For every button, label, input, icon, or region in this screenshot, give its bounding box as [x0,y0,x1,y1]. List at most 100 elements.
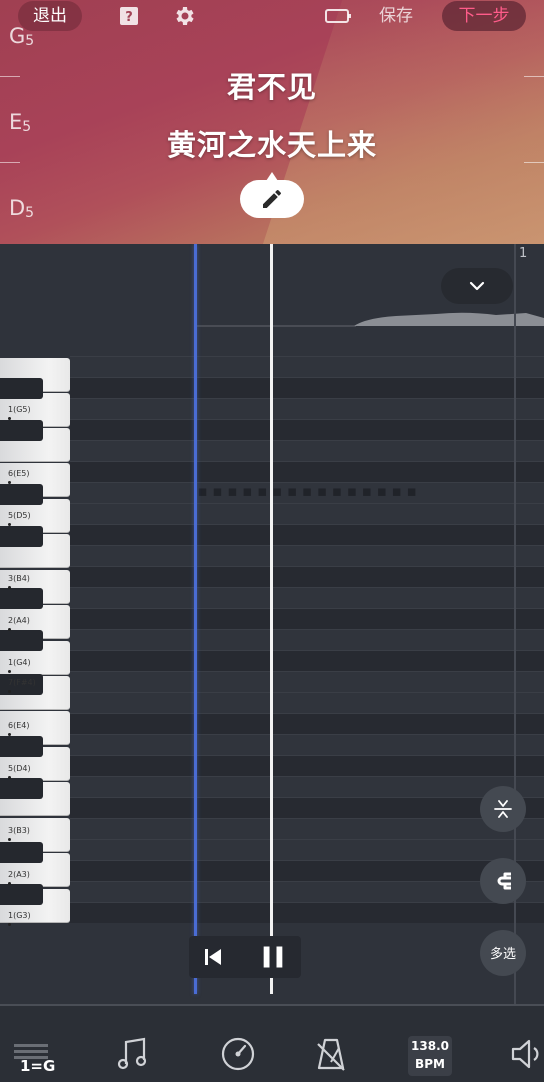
key-label: 6(E5) [8,469,30,478]
row-separator [70,629,544,630]
pitch-row[interactable] [70,419,544,440]
pitch-row[interactable] [70,356,544,377]
multi-select-button[interactable]: 多选 [480,930,526,976]
key-dot [8,628,11,631]
pitch-row[interactable] [70,545,544,566]
start-marker-line[interactable] [194,244,197,994]
measure-number: 1 [519,246,528,261]
black-key[interactable] [0,378,43,399]
multi-select-label: 多选 [489,947,516,962]
pitch-row[interactable] [70,839,544,860]
svg-text:?: ? [125,10,133,25]
bpm-unit: BPM [415,1057,445,1071]
key-dot [8,733,11,736]
black-key[interactable] [0,484,43,505]
key-dot [8,523,11,526]
pitch-row[interactable] [70,881,544,902]
key-dot [8,417,11,420]
pitch-row[interactable] [70,734,544,755]
speed-gauge-icon[interactable] [220,1036,256,1072]
black-key[interactable] [0,630,43,651]
black-key[interactable] [0,884,43,905]
black-key[interactable] [0,420,43,441]
metronome-off-icon[interactable] [315,1036,347,1072]
row-separator [70,608,544,609]
skip-to-start-icon[interactable] [201,945,225,969]
key-label: 1(G4) [8,658,31,667]
pitch-row[interactable] [70,566,544,587]
compress-button[interactable] [480,786,526,832]
tempo-bpm-button[interactable]: 138.0 BPM [408,1036,452,1076]
pitch-waveform [196,312,544,327]
row-separator [70,503,544,504]
pitch-row[interactable] [70,713,544,734]
collapse-button[interactable] [441,268,513,304]
pitch-row[interactable] [70,377,544,398]
compress-vertical-icon [494,800,512,818]
row-separator [70,902,544,903]
volume-icon[interactable] [510,1036,542,1072]
row-separator [70,755,544,756]
row-separator [70,419,544,420]
music-note-icon[interactable] [116,1036,150,1072]
pitch-row[interactable] [70,797,544,818]
pitch-row[interactable] [70,860,544,881]
pitch-row[interactable] [70,398,544,419]
key-label: 3(B4) [8,574,30,583]
row-separator [70,797,544,798]
pitch-row[interactable] [70,503,544,524]
row-separator [70,839,544,840]
pitch-row[interactable] [70,755,544,776]
pitch-row[interactable] [70,818,544,839]
key-label: 3(B3) [8,826,30,835]
save-button[interactable]: 保存 [366,1,426,31]
black-key[interactable] [0,588,43,609]
row-separator [70,356,544,357]
pitch-row[interactable] [70,524,544,545]
bottom-toolbar: 1=G 138.0 BPM [0,1004,544,1082]
piano-roll-editor[interactable]: ▪ ▪ ▪ ▪ ▪ ▪ ▪ ▪ ▪ ▪ ▪ ▪ ▪ ▪ ▪ 1 1(G5) 6(E… [0,244,544,1004]
row-separator [70,524,544,525]
row-separator [70,692,544,693]
key-label: 7(F#4) [8,678,36,687]
pitch-row[interactable] [70,776,544,797]
key-dot [8,690,11,693]
key-signature-label: 1=G [20,1057,56,1075]
next-step-button[interactable]: 下一步 [442,1,526,31]
hint-text: ▪ ▪ ▪ ▪ ▪ ▪ ▪ ▪ ▪ ▪ ▪ ▪ ▪ ▪ ▪ [197,482,417,500]
pitch-row[interactable] [70,650,544,671]
pitch-row[interactable] [70,671,544,692]
pitch-row[interactable] [70,902,544,923]
row-separator [70,398,544,399]
pitch-row[interactable] [70,587,544,608]
row-separator [70,545,544,546]
pitch-row[interactable] [70,629,544,650]
black-key[interactable] [0,842,43,863]
exit-button[interactable]: 退出 [18,1,82,31]
transport-bar [189,936,301,978]
key-label: 5(D5) [8,511,31,520]
snap-magnet-button[interactable] [480,858,526,904]
key-label: 2(A3) [8,870,30,879]
magnet-icon [497,872,511,890]
pitch-row[interactable] [70,608,544,629]
bpm-value: 138.0 [411,1039,449,1053]
key-signature-button[interactable]: 1=G [12,1040,56,1076]
lyric-header: G5 E5 D5 退出 ? 保存 下一步 君不见 黄河之水天上来 [0,0,544,244]
black-key[interactable] [0,736,43,757]
pause-icon[interactable] [259,943,287,971]
next-step-label: 下一步 [458,6,510,26]
help-icon[interactable]: ? [117,4,141,28]
edit-lyrics-button[interactable] [240,172,304,218]
row-separator [70,776,544,777]
battery-icon [325,9,351,23]
black-key[interactable] [0,526,43,547]
key-dot [8,776,11,779]
pitch-row[interactable] [70,440,544,461]
pitch-row[interactable] [70,461,544,482]
black-key[interactable] [0,778,43,799]
pitch-row[interactable] [70,692,544,713]
chevron-down-icon [469,281,485,291]
settings-gear-icon[interactable] [172,4,196,28]
playhead-line[interactable] [270,244,273,994]
